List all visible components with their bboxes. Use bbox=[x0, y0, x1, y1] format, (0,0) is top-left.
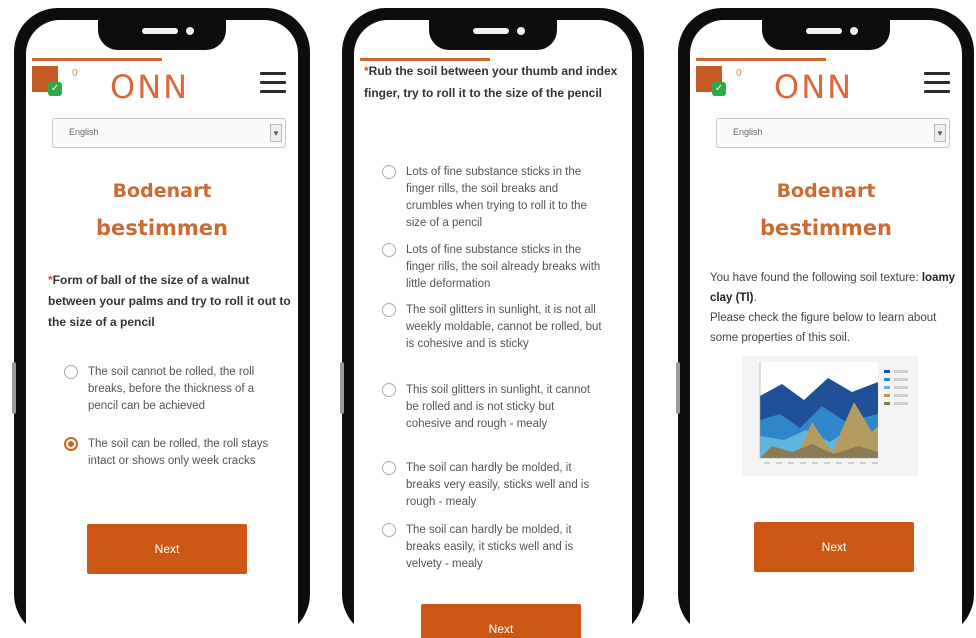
radio-icon[interactable] bbox=[382, 383, 396, 397]
answer-option-label: Lots of fine substance sticks in the fin… bbox=[406, 244, 601, 290]
page-title-line1: Bodenart bbox=[112, 180, 212, 202]
radio-icon[interactable] bbox=[382, 165, 396, 179]
phone-side-button bbox=[340, 362, 344, 414]
page-title-line2: bestimmen bbox=[760, 216, 892, 240]
phone-notch bbox=[429, 16, 557, 50]
answer-option-label: The soil cannot be rolled, the roll brea… bbox=[88, 366, 255, 412]
radio-icon[interactable] bbox=[382, 303, 396, 317]
checkmark-icon: ✓ bbox=[712, 82, 726, 96]
accent-line bbox=[32, 58, 162, 61]
answer-option-label: The soil glitters in sunlight, it is not… bbox=[406, 304, 602, 350]
radio-icon[interactable] bbox=[382, 461, 396, 475]
page-title-line2: bestimmen bbox=[96, 216, 228, 240]
counter: 0 bbox=[736, 68, 742, 79]
question-text: *Rub the soil between your thumb and ind… bbox=[364, 60, 626, 104]
radio-icon[interactable] bbox=[382, 523, 396, 537]
phone-frame-3: ✓ 0 ONN English ▾ Bodenart bestimmen You… bbox=[676, 8, 974, 638]
result-prefix: You have found the following soil textur… bbox=[710, 272, 922, 284]
app-logo-badge: ✓ bbox=[32, 66, 62, 96]
counter: 0 bbox=[72, 68, 78, 79]
chevron-down-icon[interactable]: ▾ bbox=[270, 124, 282, 142]
phone-notch bbox=[98, 16, 226, 50]
phone-notch bbox=[762, 16, 890, 50]
hamburger-menu-icon[interactable] bbox=[924, 72, 950, 94]
phone-side-button bbox=[676, 362, 680, 414]
language-select[interactable]: English ▾ bbox=[716, 118, 950, 148]
screen-2: *Rub the soil between your thumb and ind… bbox=[354, 20, 632, 638]
checkmark-icon: ✓ bbox=[48, 82, 62, 96]
phone-frame-2: *Rub the soil between your thumb and ind… bbox=[340, 8, 644, 638]
page-title-line1: Bodenart bbox=[776, 180, 876, 202]
next-button[interactable]: Next bbox=[754, 522, 914, 572]
language-select-value: English bbox=[733, 127, 763, 137]
soil-properties-figure[interactable] bbox=[742, 356, 918, 476]
phone-frame-1: ✓ 0 ONN English ▾ Bodenart bestimmen *Fo… bbox=[12, 8, 310, 638]
language-select[interactable]: English ▾ bbox=[52, 118, 286, 148]
radio-icon[interactable] bbox=[64, 365, 78, 379]
language-select-value: English bbox=[69, 127, 99, 137]
radio-icon[interactable] bbox=[64, 437, 78, 451]
answer-option-label: This soil glitters in sunlight, it canno… bbox=[406, 384, 591, 430]
answer-option-label: The soil can hardly be molded, it breaks… bbox=[406, 524, 574, 570]
result-suffix: . bbox=[753, 292, 757, 304]
result-text: You have found the following soil textur… bbox=[710, 268, 960, 348]
next-button[interactable]: Next bbox=[87, 524, 247, 574]
hamburger-menu-icon[interactable] bbox=[260, 72, 286, 94]
result-hint: Please check the figure below to learn a… bbox=[710, 312, 937, 344]
app-logo-badge: ✓ bbox=[696, 66, 726, 96]
brand-logo[interactable]: ONN bbox=[110, 68, 189, 106]
phone-side-button bbox=[12, 362, 16, 414]
screen-3: ✓ 0 ONN English ▾ Bodenart bestimmen You… bbox=[690, 20, 962, 638]
question-label: Form of ball of the size of a walnut bet… bbox=[48, 273, 291, 329]
answer-option-label: Lots of fine substance sticks in the fin… bbox=[406, 166, 587, 229]
question-text: *Form of ball of the size of a walnut be… bbox=[48, 270, 298, 333]
radio-icon[interactable] bbox=[382, 243, 396, 257]
answer-option-label: The soil can hardly be molded, it breaks… bbox=[406, 462, 590, 508]
accent-line bbox=[696, 58, 826, 61]
question-label: Rub the soil between your thumb and inde… bbox=[364, 64, 618, 100]
chevron-down-icon[interactable]: ▾ bbox=[934, 124, 946, 142]
brand-logo[interactable]: ONN bbox=[774, 68, 853, 106]
screen-1: ✓ 0 ONN English ▾ Bodenart bestimmen *Fo… bbox=[26, 20, 298, 638]
answer-option-label: The soil can be rolled, the roll stays i… bbox=[88, 438, 269, 467]
